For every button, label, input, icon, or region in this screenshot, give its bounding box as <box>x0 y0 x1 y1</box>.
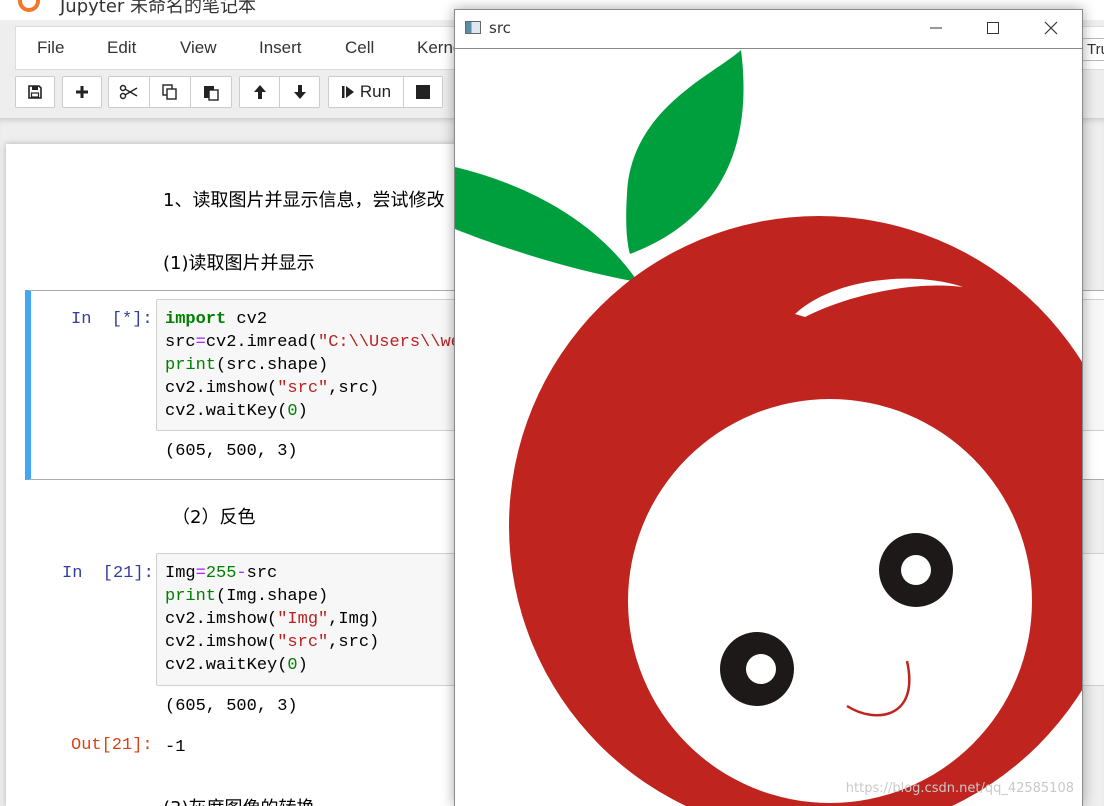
close-icon <box>1044 21 1058 35</box>
minimize-button[interactable] <box>913 10 959 46</box>
imshow-window[interactable]: src https://blog.csdn.net/qq_42585108 <box>454 9 1083 806</box>
code-line: Img=255-src <box>165 564 278 583</box>
code-line: src=cv2.imread("C:\\Users\\wei <box>165 333 455 352</box>
window-title: src <box>489 19 511 37</box>
apple-cartoon-image <box>455 50 1082 806</box>
cell2-output: (605, 500, 3) <box>165 697 298 716</box>
cell2-code[interactable]: Img=255-src print(Img.shape) cv2.imshow(… <box>165 562 379 677</box>
code-line: cv2.waitKey(0) <box>165 402 308 421</box>
close-button[interactable] <box>1028 10 1074 46</box>
image-display: https://blog.csdn.net/qq_42585108 <box>455 48 1082 806</box>
markdown-heading-3[interactable]: （2）反色 <box>172 503 255 529</box>
cell1-input-right-edge <box>1081 299 1104 431</box>
code-line: cv2.waitKey(0) <box>165 656 308 675</box>
cell2-input-right-edge <box>1081 553 1104 686</box>
cell2-input-prompt: In [21]: <box>62 564 154 583</box>
markdown-heading-2[interactable]: (1)读取图片并显示 <box>163 249 315 275</box>
code-line: import cv2 <box>165 310 268 329</box>
markdown-heading-1[interactable]: 1、读取图片并显示信息，尝试修改 <box>163 186 444 212</box>
watermark-text: https://blog.csdn.net/qq_42585108 <box>845 781 1074 796</box>
code-line: cv2.imshow("src",src) <box>165 633 380 652</box>
code-line: print(Img.shape) <box>165 587 329 606</box>
notebook-visible-region: 1、读取图片并显示信息，尝试修改 (1)读取图片并显示 In [*]: impo… <box>0 0 455 806</box>
apple-face-shape <box>628 399 1032 803</box>
left-leaf-shape <box>455 167 638 282</box>
code-line: print(src.shape) <box>165 356 329 375</box>
code-line: cv2.imshow("Img",Img) <box>165 610 380 629</box>
left-eye-highlight-shape <box>746 654 776 684</box>
cell1-input-prompt: In [*]: <box>71 310 153 329</box>
top-leaf-shape <box>626 50 744 254</box>
window-app-icon <box>465 21 481 34</box>
markdown-heading-4[interactable]: (3)灰度图像的转换 <box>163 794 315 806</box>
code-line: cv2.imshow("src",src) <box>165 379 380 398</box>
cell2-output-value: -1 <box>165 738 186 757</box>
minimize-icon <box>930 27 942 29</box>
right-eye-highlight-shape <box>901 555 931 585</box>
cell2-output-prompt: Out[21]: <box>71 736 153 755</box>
cell1-code[interactable]: import cv2 src=cv2.imread("C:\\Users\\we… <box>165 308 455 423</box>
maximize-icon <box>987 22 999 34</box>
cell1-output: (605, 500, 3) <box>165 442 298 461</box>
maximize-button[interactable] <box>970 10 1016 46</box>
window-titlebar[interactable]: src <box>455 10 1082 48</box>
trusted-indicator[interactable]: Tru <box>1080 38 1104 61</box>
